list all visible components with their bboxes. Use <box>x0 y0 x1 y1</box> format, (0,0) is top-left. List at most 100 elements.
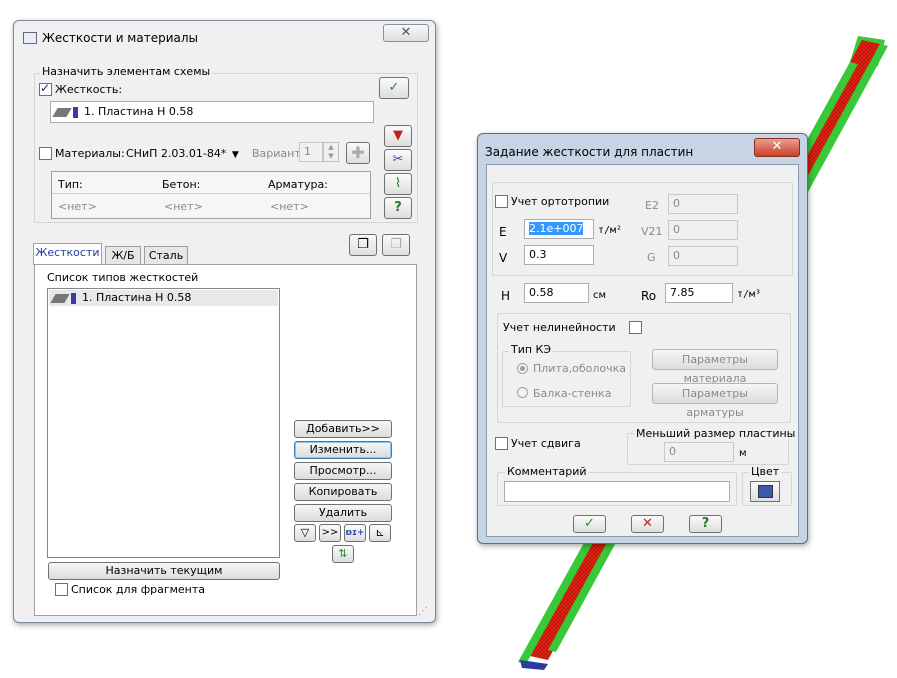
comment-label: Комментарий <box>505 465 589 478</box>
fragment-list-checkbox[interactable] <box>55 583 68 596</box>
window-close-button[interactable]: ✕ <box>383 24 429 42</box>
orthotropy-checkbox[interactable] <box>495 195 508 208</box>
V21-field[interactable]: 0 <box>668 220 738 240</box>
paste-icon-button[interactable]: ❐ <box>382 234 410 256</box>
variant-label: Вариант <box>252 147 301 160</box>
table-cell-rebar: <нет> <box>270 200 309 213</box>
ok-button[interactable]: ✓ <box>573 515 606 533</box>
V21-label: V21 <box>641 225 663 238</box>
filter-button[interactable]: ▼ <box>384 125 412 147</box>
close-icon: ✕ <box>771 139 783 154</box>
nonlinearity-label: Учет нелинейности <box>503 321 616 334</box>
table-header-type: Тип: <box>58 178 83 191</box>
cancel-button[interactable]: ✕ <box>631 515 664 533</box>
stiffness-checkbox[interactable] <box>39 81 52 96</box>
materials-norm-dropdown[interactable]: СНиП 2.03.01-84* ▼ <box>126 147 239 160</box>
E-field[interactable]: 2.1e+007 <box>524 219 594 239</box>
min-size-field[interactable]: 0 <box>664 442 734 462</box>
E-value: 2.1e+007 <box>529 222 584 235</box>
V-label: V <box>499 251 508 265</box>
brush-icon: ⌇ <box>394 176 402 191</box>
help-icon: ? <box>394 200 402 215</box>
list-item[interactable]: 1. Пластина H 0.58 <box>49 290 278 306</box>
window-app-icon <box>23 32 37 44</box>
table-header-concrete: Бетон: <box>162 178 201 191</box>
E2-label: E2 <box>645 199 659 212</box>
assign-group-title: Назначить элементам схемы <box>40 65 213 78</box>
view-button[interactable]: Просмотр... <box>294 462 392 480</box>
funnel-icon: ▽ <box>300 526 310 539</box>
materials-label: Материалы: <box>55 147 125 160</box>
copy-icon-button[interactable]: ❐ <box>349 234 377 256</box>
delete-button[interactable]: Удалить <box>294 504 392 522</box>
copy-button[interactable]: Копировать <box>294 483 392 501</box>
checkmark-icon: ✓ <box>388 80 400 95</box>
orthotropy-label: Учет ортотропии <box>511 195 610 208</box>
brush-button[interactable]: ⌇ <box>384 173 412 195</box>
table-header-rebar: Арматура: <box>268 178 328 191</box>
min-size-label: Меньший размер пластины <box>634 427 798 440</box>
min-size-unit: м <box>739 448 747 459</box>
checkmark-icon: ✓ <box>584 516 595 531</box>
plate-color-bar <box>71 292 76 304</box>
materials-norm-value: СНиП 2.03.01-84* <box>126 147 227 160</box>
Ro-label: Ro <box>641 289 657 303</box>
E2-field[interactable]: 0 <box>668 194 738 214</box>
close-icon: ✕ <box>400 25 412 40</box>
fragment-list-label: Список для фрагмента <box>71 583 206 596</box>
material-params-button[interactable]: Параметры материала <box>652 349 778 385</box>
stiffness-field[interactable]: 1. Пластина H 0.58 <box>50 101 374 123</box>
filter-select-button[interactable]: ▽ <box>294 524 316 542</box>
tab-panel: Список типов жесткостей 1. Пластина H 0.… <box>34 264 417 616</box>
G-field[interactable]: 0 <box>668 246 738 266</box>
tab-reinforced-concrete[interactable]: Ж/Б <box>105 246 141 265</box>
dimension-button[interactable]: ɒɪ+ <box>344 524 366 542</box>
help-button[interactable]: ? <box>689 515 722 533</box>
chevron-down-icon: ▼ <box>231 150 239 160</box>
dialog-close-button[interactable]: ✕ <box>754 138 800 157</box>
axis-icon: ⊾ <box>375 526 385 539</box>
materials-table: Тип: Бетон: Арматура: <нет> <нет> <нет> <box>51 171 371 219</box>
apply-button[interactable]: ✓ <box>379 77 409 99</box>
axis-button[interactable]: ⊾ <box>369 524 391 542</box>
dialog-client: Учет ортотропии E 2.1e+007 т/м² V 0.3 E2… <box>486 164 799 537</box>
shift-label: >> <box>321 527 339 538</box>
scissors-icon: ✂ <box>392 152 404 167</box>
radio-beam-wall[interactable] <box>517 387 528 398</box>
shift-button[interactable]: >> <box>319 524 341 542</box>
nonlinearity-checkbox[interactable] <box>629 321 642 334</box>
materials-checkbox[interactable] <box>39 147 52 160</box>
stiffness-list[interactable]: 1. Пластина H 0.58 <box>47 288 280 558</box>
help-icon: ? <box>701 516 710 531</box>
stiffness-label: Жесткость: <box>55 83 123 96</box>
shear-checkbox[interactable] <box>495 437 508 450</box>
radio-plate-shell[interactable] <box>517 363 528 374</box>
plate-stiffness-dialog: Задание жесткости для пластин ✕ Учет орт… <box>477 133 808 544</box>
G-label: G <box>647 251 656 264</box>
cut-button[interactable]: ✂ <box>384 149 412 171</box>
rebar-params-button[interactable]: Параметры арматуры <box>652 383 778 419</box>
V-field[interactable]: 0.3 <box>524 245 594 265</box>
shear-label: Учет сдвига <box>511 437 581 450</box>
refresh-icon: ⇅ <box>338 547 348 560</box>
add-material-button[interactable]: ✚ <box>346 142 370 164</box>
color-swatch-button[interactable] <box>750 481 780 502</box>
variant-spinner[interactable]: ▲ ▼ <box>323 142 339 162</box>
add-button[interactable]: Добавить>> <box>294 420 392 438</box>
window-title: Жесткости и материалы <box>42 31 198 45</box>
Ro-field[interactable]: 7.85 <box>665 283 733 303</box>
H-field[interactable]: 0.58 <box>524 283 589 303</box>
assign-current-button[interactable]: Назначить текущим <box>48 562 280 580</box>
plate-color-bar <box>73 106 78 118</box>
variant-field[interactable]: 1 <box>299 142 323 162</box>
help-button[interactable]: ? <box>384 197 412 219</box>
resize-grip-icon[interactable]: ⋰ <box>418 606 430 618</box>
tab-steel[interactable]: Сталь <box>144 246 188 265</box>
cancel-icon: ✕ <box>642 516 653 531</box>
copy-icon: ❐ <box>357 237 369 252</box>
tab-stiffness[interactable]: Жесткости <box>33 243 102 265</box>
edit-button[interactable]: Изменить... <box>294 441 392 459</box>
Ro-unit: т/м³ <box>737 289 762 300</box>
comment-field[interactable] <box>504 481 730 502</box>
refresh-button[interactable]: ⇅ <box>332 545 354 563</box>
